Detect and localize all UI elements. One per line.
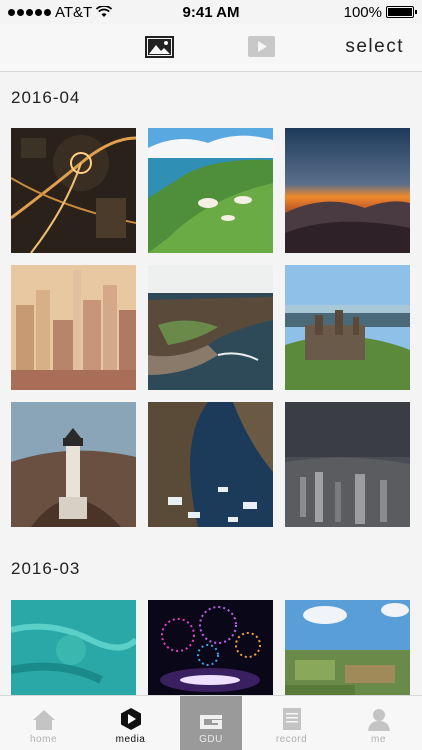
media-thumbnail[interactable] [148, 265, 273, 390]
clock: 9:41 AM [182, 3, 240, 21]
media-thumbnail[interactable] [11, 600, 136, 695]
media-thumbnail[interactable] [285, 402, 410, 527]
tab-label: GDU [199, 734, 223, 745]
media-thumbnail[interactable] [11, 402, 136, 527]
person-icon [367, 709, 390, 731]
status-bar: AT&T 9:41 AM 100% [0, 0, 422, 24]
media-thumbnail[interactable] [285, 128, 410, 253]
select-button[interactable]: select [345, 36, 404, 58]
media-grid: 2016-04 2016-03 [0, 73, 422, 695]
media-thumbnail[interactable] [148, 402, 273, 527]
video-icon[interactable] [248, 36, 275, 57]
media-thumbnail[interactable] [285, 265, 410, 390]
section-title: 2016-04 [11, 88, 81, 107]
media-toolbar: select [0, 24, 422, 72]
media-thumbnail[interactable] [148, 600, 273, 695]
wifi-icon [96, 6, 113, 17]
status-left: AT&T [8, 4, 148, 21]
section-title: 2016-03 [11, 559, 81, 578]
app: AT&T 9:41 AM 100% select 2016-04 2016-03… [0, 0, 422, 750]
tab-label: me [371, 734, 386, 745]
home-icon [32, 710, 55, 730]
battery-percent: 100% [343, 3, 382, 21]
play-icon [120, 708, 141, 730]
media-thumbnail[interactable] [11, 265, 136, 390]
media-thumbnail[interactable] [285, 600, 410, 695]
tab-label: home [29, 734, 57, 745]
gdu-logo-icon [200, 715, 222, 729]
status-right: 100% [274, 3, 417, 21]
media-thumbnail[interactable] [11, 128, 136, 253]
signal-icon [8, 8, 51, 16]
tab-me[interactable]: me [335, 696, 422, 750]
tab-gdu[interactable]: GDU [180, 696, 242, 750]
tab-home[interactable]: home [0, 696, 87, 750]
tab-label: record [275, 734, 308, 745]
tab-record[interactable]: record [248, 696, 335, 750]
document-icon [282, 708, 301, 730]
tab-label: media [115, 734, 146, 745]
media-thumbnail[interactable] [148, 128, 273, 253]
battery-icon [386, 6, 417, 18]
tab-media[interactable]: media [87, 696, 174, 750]
carrier: AT&T [55, 3, 93, 21]
photo-icon[interactable] [145, 36, 174, 58]
tab-bar: home media GDU record me [0, 695, 422, 750]
